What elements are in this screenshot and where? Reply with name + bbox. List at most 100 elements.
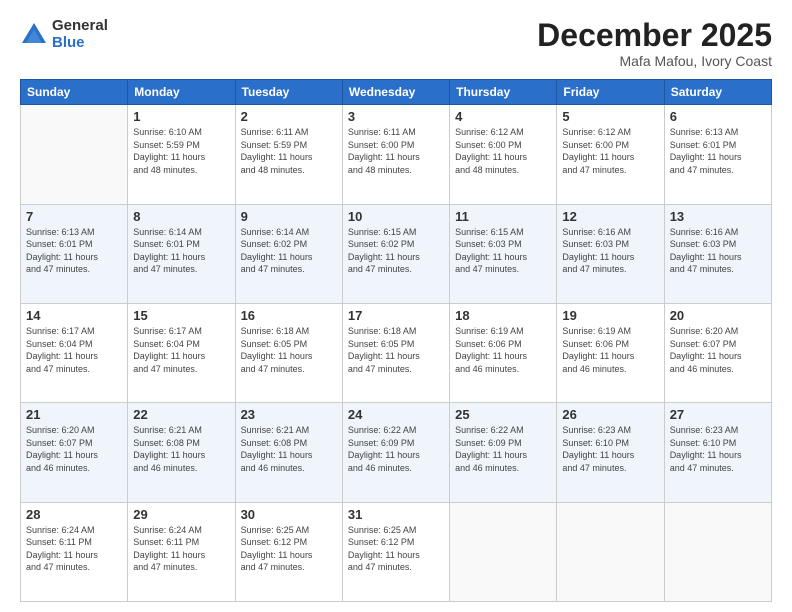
cell-info-text: Sunrise: 6:24 AMSunset: 6:11 PMDaylight:…: [26, 524, 122, 574]
calendar-cell: 22 Sunrise: 6:21 AMSunset: 6:08 PMDayligh…: [128, 403, 235, 502]
calendar-cell: 8 Sunrise: 6:14 AMSunset: 6:01 PMDaylight…: [128, 204, 235, 303]
logo-text: General Blue: [52, 18, 108, 51]
cell-day-number: 12: [562, 209, 658, 224]
cell-info-text: Sunrise: 6:25 AMSunset: 6:12 PMDaylight:…: [241, 524, 337, 574]
calendar-cell: 20 Sunrise: 6:20 AMSunset: 6:07 PMDayligh…: [664, 303, 771, 402]
cell-day-number: 15: [133, 308, 229, 323]
cell-day-number: 21: [26, 407, 122, 422]
cell-info-text: Sunrise: 6:11 AMSunset: 6:00 PMDaylight:…: [348, 126, 444, 176]
cell-info-text: Sunrise: 6:14 AMSunset: 6:02 PMDaylight:…: [241, 226, 337, 276]
logo-icon: [20, 21, 48, 49]
calendar-cell: 28 Sunrise: 6:24 AMSunset: 6:11 PMDayligh…: [21, 502, 128, 601]
cell-info-text: Sunrise: 6:19 AMSunset: 6:06 PMDaylight:…: [455, 325, 551, 375]
calendar-table: SundayMondayTuesdayWednesdayThursdayFrid…: [20, 79, 772, 602]
cell-info-text: Sunrise: 6:17 AMSunset: 6:04 PMDaylight:…: [26, 325, 122, 375]
cell-info-text: Sunrise: 6:21 AMSunset: 6:08 PMDaylight:…: [133, 424, 229, 474]
calendar-week-4: 21Sunrise: 6:20 AMSunset: 6:07 PMDayligh…: [21, 403, 772, 502]
cell-info-text: Sunrise: 6:13 AMSunset: 6:01 PMDaylight:…: [26, 226, 122, 276]
subtitle: Mafa Mafou, Ivory Coast: [537, 53, 772, 69]
cell-info-text: Sunrise: 6:20 AMSunset: 6:07 PMDaylight:…: [670, 325, 766, 375]
cell-day-number: 24: [348, 407, 444, 422]
logo-general-text: General: [52, 18, 108, 35]
calendar-cell: 16 Sunrise: 6:18 AMSunset: 6:05 PMDayligh…: [235, 303, 342, 402]
month-title: December 2025: [537, 18, 772, 53]
cell-day-number: 19: [562, 308, 658, 323]
day-header-thursday: Thursday: [450, 80, 557, 105]
cell-info-text: Sunrise: 6:18 AMSunset: 6:05 PMDaylight:…: [348, 325, 444, 375]
cell-day-number: 20: [670, 308, 766, 323]
calendar-week-3: 14Sunrise: 6:17 AMSunset: 6:04 PMDayligh…: [21, 303, 772, 402]
cell-day-number: 23: [241, 407, 337, 422]
calendar-cell: 11 Sunrise: 6:15 AMSunset: 6:03 PMDayligh…: [450, 204, 557, 303]
title-block: December 2025 Mafa Mafou, Ivory Coast: [537, 18, 772, 69]
day-header-friday: Friday: [557, 80, 664, 105]
calendar-cell: 24 Sunrise: 6:22 AMSunset: 6:09 PMDayligh…: [342, 403, 449, 502]
calendar-cell: 27 Sunrise: 6:23 AMSunset: 6:10 PMDayligh…: [664, 403, 771, 502]
calendar-week-2: 7Sunrise: 6:13 AMSunset: 6:01 PMDaylight…: [21, 204, 772, 303]
page: General Blue December 2025 Mafa Mafou, I…: [0, 0, 792, 612]
calendar-cell: 29Sunrise: 6:24 AMSunset: 6:11 PMDayligh…: [128, 502, 235, 601]
calendar-cell: 12Sunrise: 6:16 AMSunset: 6:03 PMDayligh…: [557, 204, 664, 303]
calendar-week-1: 1 Sunrise: 6:10 AMSunset: 5:59 PMDaylight…: [21, 105, 772, 204]
cell-info-text: Sunrise: 6:17 AMSunset: 6:04 PMDaylight:…: [133, 325, 229, 375]
cell-info-text: Sunrise: 6:12 AMSunset: 6:00 PMDaylight:…: [562, 126, 658, 176]
calendar-cell: 5 Sunrise: 6:12 AMSunset: 6:00 PMDaylight…: [557, 105, 664, 204]
cell-day-number: 1: [133, 109, 229, 124]
cell-day-number: 25: [455, 407, 551, 422]
calendar-cell: 10Sunrise: 6:15 AMSunset: 6:02 PMDayligh…: [342, 204, 449, 303]
cell-day-number: 6: [670, 109, 766, 124]
cell-info-text: Sunrise: 6:13 AMSunset: 6:01 PMDaylight:…: [670, 126, 766, 176]
cell-info-text: Sunrise: 6:25 AMSunset: 6:12 PMDaylight:…: [348, 524, 444, 574]
cell-info-text: Sunrise: 6:23 AMSunset: 6:10 PMDaylight:…: [670, 424, 766, 474]
cell-day-number: 2: [241, 109, 337, 124]
cell-info-text: Sunrise: 6:15 AMSunset: 6:03 PMDaylight:…: [455, 226, 551, 276]
day-header-wednesday: Wednesday: [342, 80, 449, 105]
cell-info-text: Sunrise: 6:22 AMSunset: 6:09 PMDaylight:…: [348, 424, 444, 474]
calendar-week-5: 28 Sunrise: 6:24 AMSunset: 6:11 PMDayligh…: [21, 502, 772, 601]
calendar-cell: 25Sunrise: 6:22 AMSunset: 6:09 PMDayligh…: [450, 403, 557, 502]
cell-info-text: Sunrise: 6:23 AMSunset: 6:10 PMDaylight:…: [562, 424, 658, 474]
cell-day-number: 4: [455, 109, 551, 124]
cell-day-number: 3: [348, 109, 444, 124]
cell-info-text: Sunrise: 6:14 AMSunset: 6:01 PMDaylight:…: [133, 226, 229, 276]
cell-info-text: Sunrise: 6:21 AMSunset: 6:08 PMDaylight:…: [241, 424, 337, 474]
calendar-cell: [557, 502, 664, 601]
cell-day-number: 10: [348, 209, 444, 224]
cell-info-text: Sunrise: 6:12 AMSunset: 6:00 PMDaylight:…: [455, 126, 551, 176]
cell-info-text: Sunrise: 6:11 AMSunset: 5:59 PMDaylight:…: [241, 126, 337, 176]
calendar-header-row: SundayMondayTuesdayWednesdayThursdayFrid…: [21, 80, 772, 105]
cell-day-number: 18: [455, 308, 551, 323]
cell-day-number: 22: [133, 407, 229, 422]
calendar-cell: 17Sunrise: 6:18 AMSunset: 6:05 PMDayligh…: [342, 303, 449, 402]
calendar-cell: 6 Sunrise: 6:13 AMSunset: 6:01 PMDaylight…: [664, 105, 771, 204]
calendar-cell: 15 Sunrise: 6:17 AMSunset: 6:04 PMDayligh…: [128, 303, 235, 402]
day-header-monday: Monday: [128, 80, 235, 105]
calendar-cell: 23 Sunrise: 6:21 AMSunset: 6:08 PMDayligh…: [235, 403, 342, 502]
cell-day-number: 16: [241, 308, 337, 323]
cell-info-text: Sunrise: 6:18 AMSunset: 6:05 PMDaylight:…: [241, 325, 337, 375]
cell-day-number: 11: [455, 209, 551, 224]
calendar-cell: 19Sunrise: 6:19 AMSunset: 6:06 PMDayligh…: [557, 303, 664, 402]
calendar-cell: 14Sunrise: 6:17 AMSunset: 6:04 PMDayligh…: [21, 303, 128, 402]
cell-day-number: 28: [26, 507, 122, 522]
logo: General Blue: [20, 18, 108, 51]
cell-day-number: 27: [670, 407, 766, 422]
calendar-cell: 2 Sunrise: 6:11 AMSunset: 5:59 PMDaylight…: [235, 105, 342, 204]
calendar-cell: 31Sunrise: 6:25 AMSunset: 6:12 PMDayligh…: [342, 502, 449, 601]
calendar-cell: 4 Sunrise: 6:12 AMSunset: 6:00 PMDaylight…: [450, 105, 557, 204]
cell-day-number: 26: [562, 407, 658, 422]
cell-day-number: 29: [133, 507, 229, 522]
calendar-cell: [21, 105, 128, 204]
cell-day-number: 8: [133, 209, 229, 224]
header: General Blue December 2025 Mafa Mafou, I…: [20, 18, 772, 69]
cell-info-text: Sunrise: 6:16 AMSunset: 6:03 PMDaylight:…: [670, 226, 766, 276]
calendar-cell: 9 Sunrise: 6:14 AMSunset: 6:02 PMDaylight…: [235, 204, 342, 303]
calendar-cell: [450, 502, 557, 601]
calendar-cell: [664, 502, 771, 601]
calendar-cell: 18 Sunrise: 6:19 AMSunset: 6:06 PMDayligh…: [450, 303, 557, 402]
day-header-tuesday: Tuesday: [235, 80, 342, 105]
cell-day-number: 5: [562, 109, 658, 124]
cell-day-number: 9: [241, 209, 337, 224]
cell-info-text: Sunrise: 6:10 AMSunset: 5:59 PMDaylight:…: [133, 126, 229, 176]
calendar-cell: 1 Sunrise: 6:10 AMSunset: 5:59 PMDaylight…: [128, 105, 235, 204]
